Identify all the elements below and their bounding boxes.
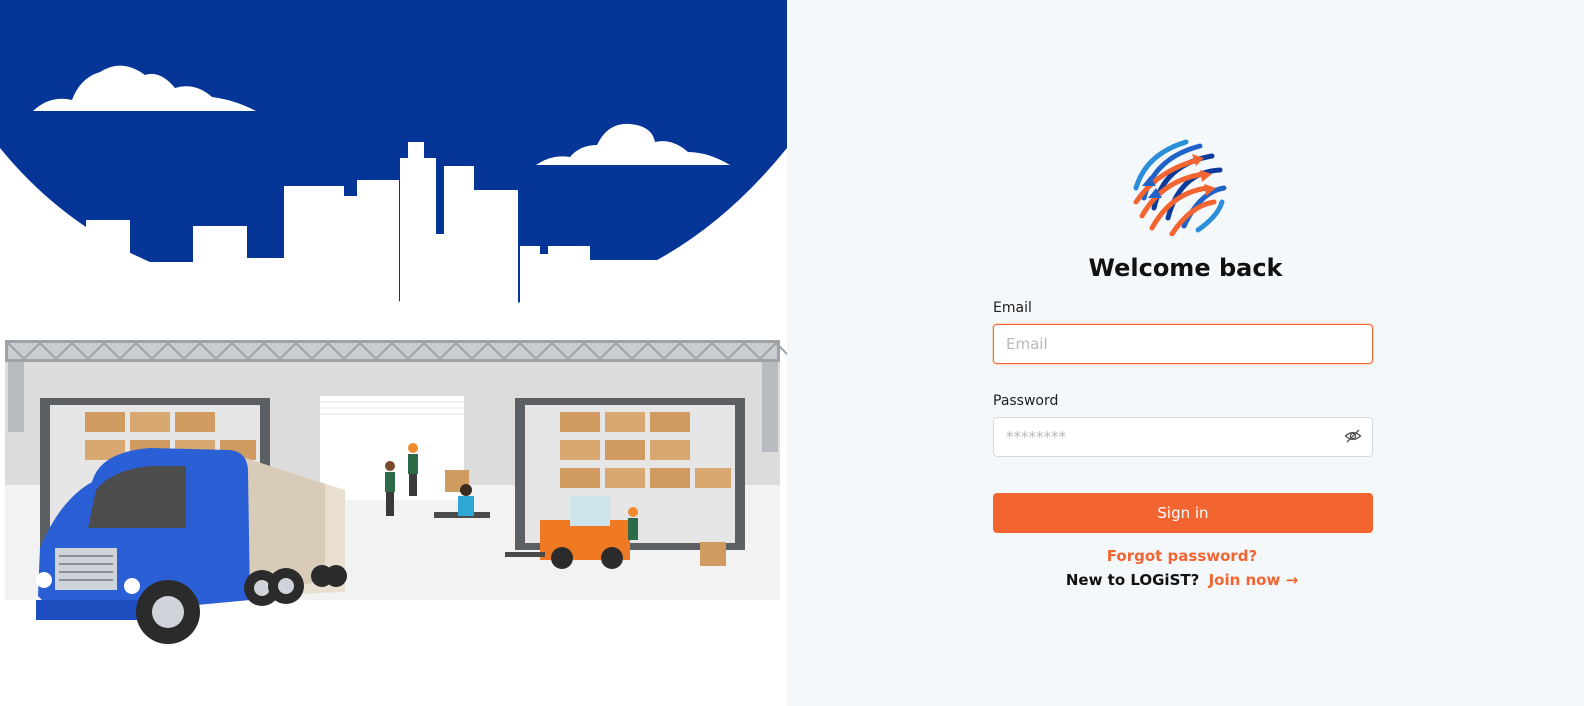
illustration-svg bbox=[0, 0, 787, 644]
welcome-title: Welcome back bbox=[1088, 254, 1283, 282]
warehouse-illustration bbox=[0, 0, 787, 706]
email-input[interactable] bbox=[993, 324, 1373, 364]
join-row: New to LOGiST? Join now → bbox=[787, 571, 1577, 589]
join-now-link[interactable]: Join now → bbox=[1209, 571, 1299, 589]
logist-logo-icon bbox=[1133, 139, 1227, 236]
email-label: Email bbox=[993, 300, 1032, 316]
password-input[interactable] bbox=[993, 417, 1373, 457]
login-panel: Welcome back Email Password Sign in Forg… bbox=[787, 0, 1584, 706]
join-now-label[interactable]: Join now bbox=[1209, 571, 1281, 589]
new-to-text: New to LOGiST? bbox=[1065, 571, 1200, 589]
eye-slash-icon[interactable] bbox=[1344, 427, 1362, 445]
sign-in-button[interactable]: Sign in bbox=[993, 493, 1373, 533]
forgot-password-link[interactable]: Forgot password? bbox=[787, 547, 1577, 565]
password-label: Password bbox=[993, 393, 1059, 409]
arrow-right-icon: → bbox=[1285, 571, 1299, 589]
